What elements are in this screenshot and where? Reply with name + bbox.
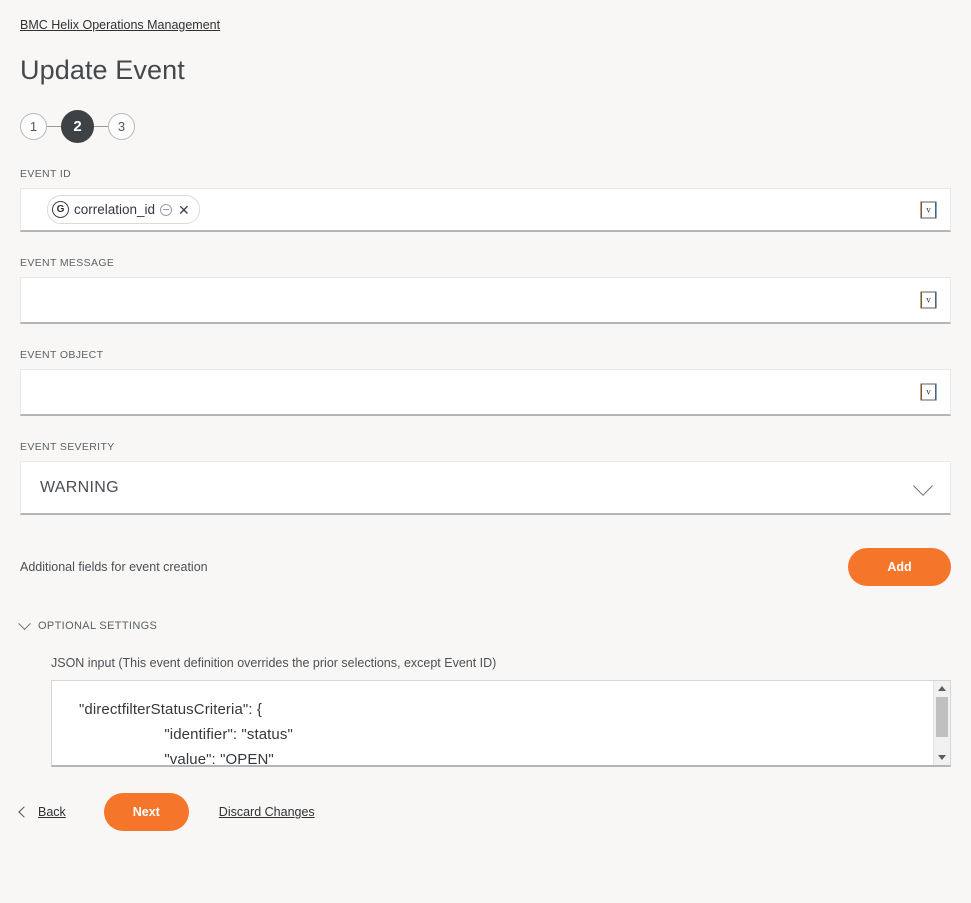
event-message-label: EVENT MESSAGE (20, 257, 115, 269)
event-id-input[interactable]: G correlation_id ✕ v (20, 188, 951, 232)
additional-fields-text: Additional fields for event creation (20, 560, 208, 574)
event-object-input[interactable]: v (20, 369, 951, 416)
footer-actions: Back Next Discard Changes (18, 793, 951, 831)
json-input-textarea[interactable]: "directfilterStatusCriteria": { "identif… (51, 680, 951, 767)
json-input-value: "directfilterStatusCriteria": { "identif… (79, 701, 293, 767)
additional-fields-row: Additional fields for event creation Add (20, 548, 951, 586)
event-object-label: EVENT OBJECT (20, 349, 104, 361)
json-input-section: JSON input (This event definition overri… (51, 656, 951, 767)
back-button[interactable]: Back (18, 805, 66, 819)
event-severity-label: EVENT SEVERITY (20, 441, 115, 453)
circle-minus-icon[interactable] (160, 203, 173, 216)
event-id-field-block: EVENT ID G correlation_id ✕ v (20, 168, 951, 232)
back-button-label: Back (38, 805, 66, 819)
add-button[interactable]: Add (848, 548, 951, 586)
json-scrollbar[interactable] (933, 681, 950, 765)
scroll-down-arrow-icon[interactable] (938, 755, 946, 760)
event-object-expander-icon[interactable]: v (921, 383, 936, 401)
event-severity-value: WARNING (40, 478, 119, 496)
optional-settings-label: OPTIONAL SETTINGS (38, 620, 158, 632)
next-button[interactable]: Next (103, 793, 189, 831)
json-input-caption: JSON input (This event definition overri… (51, 656, 497, 670)
scroll-up-arrow-icon[interactable] (938, 686, 946, 691)
close-icon[interactable]: ✕ (178, 203, 190, 217)
scrollbar-thumb[interactable] (936, 697, 948, 737)
event-message-field-block: EVENT MESSAGE v (20, 257, 951, 324)
chevron-down-icon (18, 616, 31, 630)
optional-settings-toggle[interactable]: OPTIONAL SETTINGS (18, 616, 951, 632)
stepper: 1 2 3 (20, 109, 951, 143)
page-title: Update Event (20, 55, 185, 85)
stepper-connector-1 (47, 125, 61, 127)
event-id-label: EVENT ID (20, 168, 72, 180)
chevron-down-icon[interactable] (913, 475, 933, 496)
stepper-connector-2 (94, 125, 108, 127)
discard-changes-link[interactable]: Discard Changes (219, 805, 315, 819)
event-severity-field-block: EVENT SEVERITY WARNING (20, 441, 951, 515)
update-event-page: BMC Helix Operations Management Update E… (0, 0, 971, 903)
event-severity-select[interactable]: WARNING (20, 461, 951, 515)
event-message-input[interactable]: v (20, 277, 951, 324)
event-id-expander-icon[interactable]: v (921, 201, 936, 218)
breadcrumb: BMC Helix Operations Management (20, 0, 951, 33)
chip-label: correlation_id (74, 202, 156, 217)
stepper-step-3[interactable]: 3 (108, 112, 135, 140)
stepper-step-1[interactable]: 1 (20, 112, 47, 140)
event-object-field-block: EVENT OBJECT v (20, 349, 951, 416)
chevron-left-icon (18, 806, 30, 818)
event-message-expander-icon[interactable]: v (921, 291, 936, 309)
stepper-step-2[interactable]: 2 (61, 109, 94, 143)
breadcrumb-link-bmc-helix-operations-management[interactable]: BMC Helix Operations Management (20, 18, 220, 32)
chip-group-badge-icon: G (52, 201, 69, 218)
event-id-token-chip[interactable]: G correlation_id ✕ (47, 195, 200, 224)
